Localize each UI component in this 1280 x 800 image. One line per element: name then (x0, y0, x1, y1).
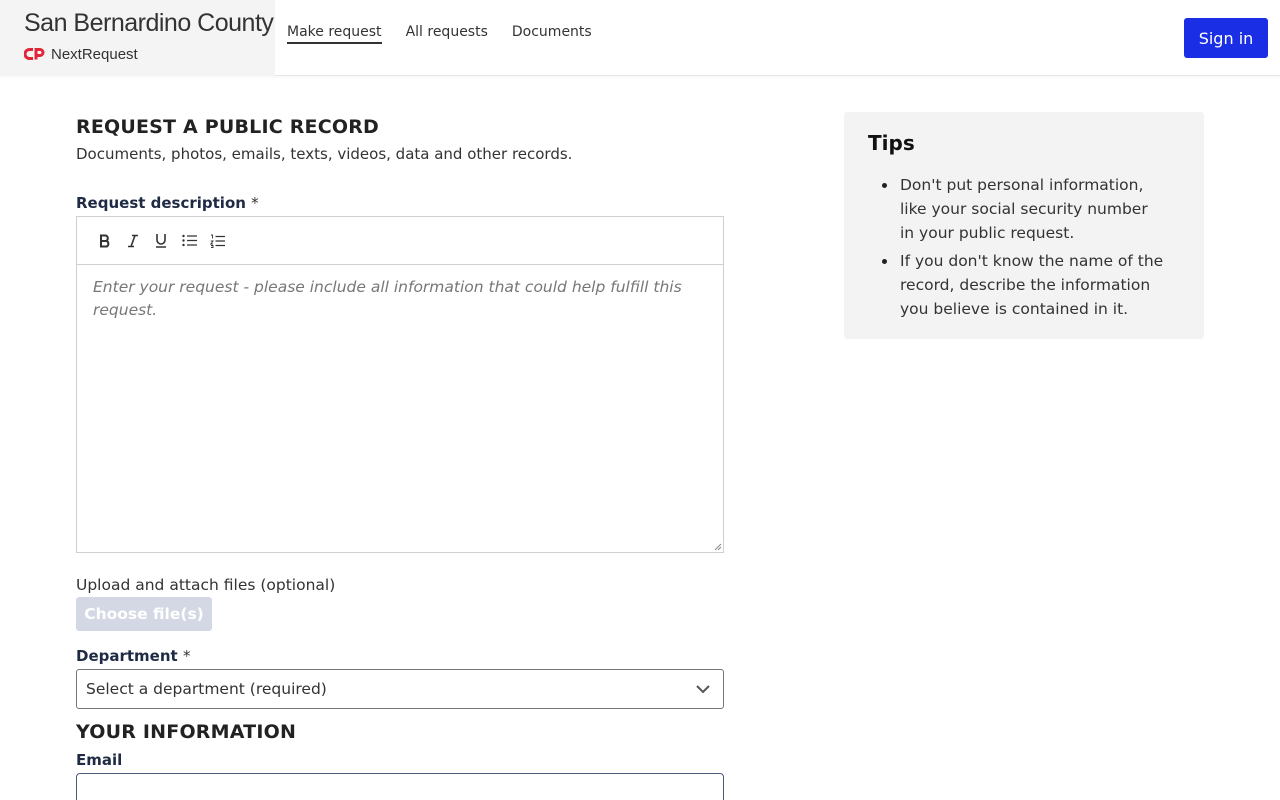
italic-icon[interactable] (119, 229, 147, 253)
bold-icon[interactable] (91, 229, 119, 253)
underline-icon[interactable] (147, 229, 175, 253)
description-label: Request description * (76, 194, 259, 212)
page-subtitle: Documents, photos, emails, texts, videos… (76, 145, 573, 163)
resize-handle-icon[interactable] (712, 541, 722, 551)
nav-all-requests[interactable]: All requests (406, 24, 488, 44)
department-select[interactable]: Select a department (required) (76, 669, 724, 709)
required-marker: * (182, 647, 191, 665)
editor-toolbar (77, 217, 723, 265)
description-label-text: Request description (76, 194, 246, 212)
tips-panel: Tips Don't put personal information, lik… (844, 112, 1204, 339)
nextrequest-logo-icon (24, 48, 45, 60)
product-brand: NextRequest (24, 44, 138, 64)
org-name: San Bernardino County (24, 9, 274, 37)
email-label: Email (76, 751, 123, 769)
tips-title: Tips (868, 131, 915, 155)
email-field[interactable] (76, 773, 724, 800)
description-placeholder[interactable]: Enter your request - please include all … (77, 265, 723, 333)
nav-documents[interactable]: Documents (512, 24, 592, 44)
department-selected-value: Select a department (required) (86, 680, 327, 698)
request-description-editor: Enter your request - please include all … (76, 216, 724, 553)
tips-list: Don't put personal information, like you… (876, 173, 1166, 325)
tip-item: Don't put personal information, like you… (876, 173, 1166, 245)
page-title: REQUEST A PUBLIC RECORD (76, 116, 380, 138)
department-label: Department * (76, 647, 190, 665)
chevron-down-icon (696, 685, 710, 694)
numbered-list-icon[interactable] (203, 229, 231, 253)
upload-label: Upload and attach files (optional) (76, 576, 336, 594)
your-information-heading: YOUR INFORMATION (76, 721, 297, 743)
bullet-list-icon[interactable] (175, 229, 203, 253)
required-marker: * (251, 194, 259, 212)
top-header: San Bernardino County NextRequest Make r… (0, 0, 1280, 76)
sign-in-button[interactable]: Sign in (1184, 18, 1268, 58)
nav-make-request[interactable]: Make request (287, 24, 382, 44)
department-label-text: Department (76, 647, 178, 665)
choose-files-button[interactable]: Choose file(s) (76, 597, 212, 631)
brand-block[interactable]: San Bernardino County NextRequest (0, 0, 275, 76)
main-nav: Make request All requests Documents (287, 24, 616, 44)
tip-item: If you don't know the name of the record… (876, 249, 1166, 321)
product-name: NextRequest (51, 45, 138, 63)
